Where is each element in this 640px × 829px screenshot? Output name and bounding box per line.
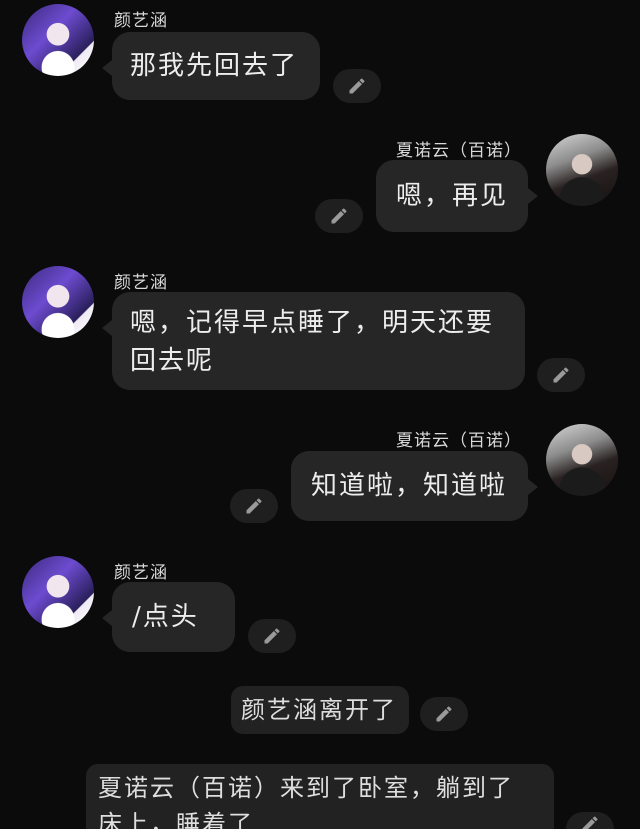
sender-name: 颜艺涵 (114, 273, 168, 293)
message-text: 嗯，再见 (396, 181, 509, 211)
message-bubble[interactable]: /点头 (102, 582, 235, 652)
avatar-yanyihan[interactable] (22, 266, 94, 338)
message-bubble[interactable]: 嗯，记得早点睡了，明天还要 回去呢 (102, 292, 525, 390)
message-text-line1: 嗯，记得早点睡了，明天还要 (130, 308, 495, 338)
pencil-icon (553, 367, 569, 383)
edit-button[interactable] (333, 69, 381, 103)
sender-name: 夏诺云（百诺） (396, 431, 522, 451)
pencil-icon (264, 628, 280, 644)
system-message[interactable]: 颜艺涵离开了 (231, 686, 409, 734)
message-bubble[interactable]: 那我先回去了 (102, 32, 320, 100)
pencil-icon (246, 498, 262, 514)
message-text: 知道啦，知道啦 (311, 471, 508, 501)
avatar-yanyihan[interactable] (22, 4, 94, 76)
pencil-icon (436, 706, 452, 722)
system-message[interactable]: 夏诺云（百诺）来到了卧室，躺到了 床上，睡着了 (86, 764, 554, 829)
message-text: 那我先回去了 (130, 51, 299, 81)
avatar-xianuoyun[interactable] (546, 424, 618, 496)
message-text-line2: 回去呢 (130, 346, 215, 376)
edit-button[interactable] (537, 358, 585, 392)
sender-name: 夏诺云（百诺） (396, 141, 522, 161)
avatar-xianuoyun[interactable] (546, 134, 618, 206)
pencil-icon (331, 208, 347, 224)
message-text: /点头 (132, 602, 199, 632)
edit-button[interactable] (230, 489, 278, 523)
message-bubble[interactable]: 嗯，再见 (376, 160, 538, 232)
avatar-yanyihan[interactable] (22, 556, 94, 628)
edit-button[interactable] (566, 812, 614, 829)
edit-button[interactable] (420, 697, 468, 731)
sender-name: 颜艺涵 (114, 563, 168, 583)
pencil-icon (582, 816, 598, 829)
system-text-line1: 夏诺云（百诺）来到了卧室，躺到了 (98, 774, 514, 802)
edit-button[interactable] (315, 199, 363, 233)
system-text: 颜艺涵离开了 (241, 696, 397, 724)
sender-name: 颜艺涵 (114, 11, 168, 31)
edit-button[interactable] (248, 619, 296, 653)
message-bubble[interactable]: 知道啦，知道啦 (291, 451, 538, 521)
pencil-icon (349, 78, 365, 94)
system-text-line2: 床上，睡着了 (98, 810, 254, 829)
